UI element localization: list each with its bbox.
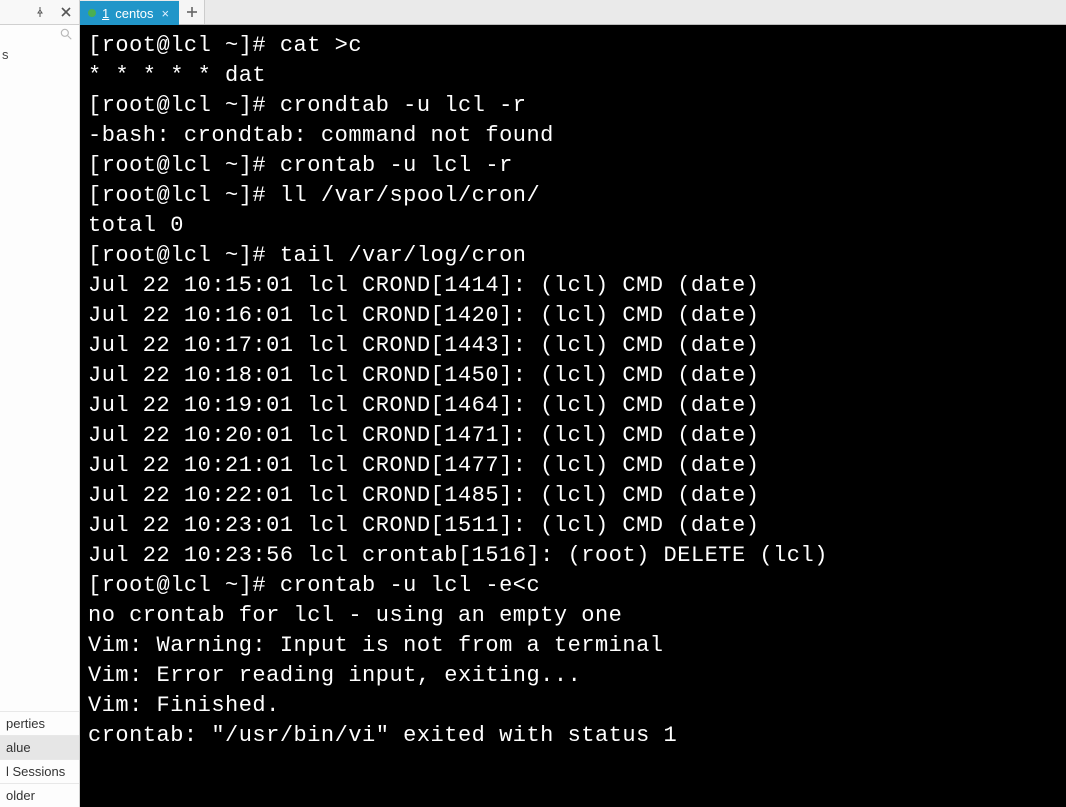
sidebar-spacer — [0, 68, 79, 711]
tab-bar: 1 centos × — [80, 0, 1066, 25]
terminal-line: Jul 22 10:21:01 lcl CROND[1477]: (lcl) C… — [88, 451, 1058, 481]
main-row: s pertiesaluel Sessionsolder [root@lcl ~… — [0, 25, 1066, 807]
sidebar: s pertiesaluel Sessionsolder — [0, 25, 80, 807]
terminal-line: Vim: Finished. — [88, 691, 1058, 721]
sidebar-item[interactable]: alue — [0, 735, 79, 759]
search-icon[interactable] — [59, 27, 73, 41]
terminal-line: Vim: Warning: Input is not from a termin… — [88, 631, 1058, 661]
terminal-line: Jul 22 10:15:01 lcl CROND[1414]: (lcl) C… — [88, 271, 1058, 301]
sidebar-close-icon[interactable] — [57, 3, 75, 21]
terminal-line: [root@lcl ~]# tail /var/log/cron — [88, 241, 1058, 271]
terminal-line: [root@lcl ~]# cat >c — [88, 31, 1058, 61]
terminal-line: [root@lcl ~]# crontab -u lcl -e<c — [88, 571, 1058, 601]
sidebar-top-item[interactable]: s — [0, 45, 79, 68]
terminal-line: no crontab for lcl - using an empty one — [88, 601, 1058, 631]
terminal-line: [root@lcl ~]# crontab -u lcl -r — [88, 151, 1058, 181]
top-strip: 1 centos × — [0, 0, 1066, 25]
sidebar-item[interactable]: perties — [0, 711, 79, 735]
sidebar-header — [0, 0, 80, 25]
terminal-line: Jul 22 10:22:01 lcl CROND[1485]: (lcl) C… — [88, 481, 1058, 511]
terminal-line: [root@lcl ~]# crondtab -u lcl -r — [88, 91, 1058, 121]
terminal-line: Jul 22 10:16:01 lcl CROND[1420]: (lcl) C… — [88, 301, 1058, 331]
tab-number: 1 — [102, 6, 109, 21]
terminal-line: total 0 — [88, 211, 1058, 241]
sidebar-item[interactable]: older — [0, 783, 79, 807]
tab-close-icon[interactable]: × — [162, 6, 170, 21]
terminal-line: [root@lcl ~]# ll /var/spool/cron/ — [88, 181, 1058, 211]
terminal-line: Vim: Error reading input, exiting... — [88, 661, 1058, 691]
terminal-line: crontab: "/usr/bin/vi" exited with statu… — [88, 721, 1058, 751]
add-tab-button[interactable] — [179, 0, 205, 24]
sidebar-search-row — [0, 25, 79, 45]
terminal-line: -bash: crondtab: command not found — [88, 121, 1058, 151]
terminal-line: Jul 22 10:19:01 lcl CROND[1464]: (lcl) C… — [88, 391, 1058, 421]
tab-label: centos — [115, 6, 153, 21]
terminal-line: Jul 22 10:23:01 lcl CROND[1511]: (lcl) C… — [88, 511, 1058, 541]
status-dot-icon — [88, 9, 96, 17]
sidebar-item[interactable]: l Sessions — [0, 759, 79, 783]
pin-icon[interactable] — [31, 3, 49, 21]
terminal-line: Jul 22 10:20:01 lcl CROND[1471]: (lcl) C… — [88, 421, 1058, 451]
terminal-line: Jul 22 10:18:01 lcl CROND[1450]: (lcl) C… — [88, 361, 1058, 391]
terminal-line: Jul 22 10:23:56 lcl crontab[1516]: (root… — [88, 541, 1058, 571]
terminal-line: * * * * * dat — [88, 61, 1058, 91]
terminal-output[interactable]: [root@lcl ~]# cat >c* * * * * dat[root@l… — [80, 25, 1066, 807]
tab-centos[interactable]: 1 centos × — [80, 1, 179, 25]
sidebar-items: pertiesaluel Sessionsolder — [0, 711, 79, 807]
terminal-line: Jul 22 10:17:01 lcl CROND[1443]: (lcl) C… — [88, 331, 1058, 361]
